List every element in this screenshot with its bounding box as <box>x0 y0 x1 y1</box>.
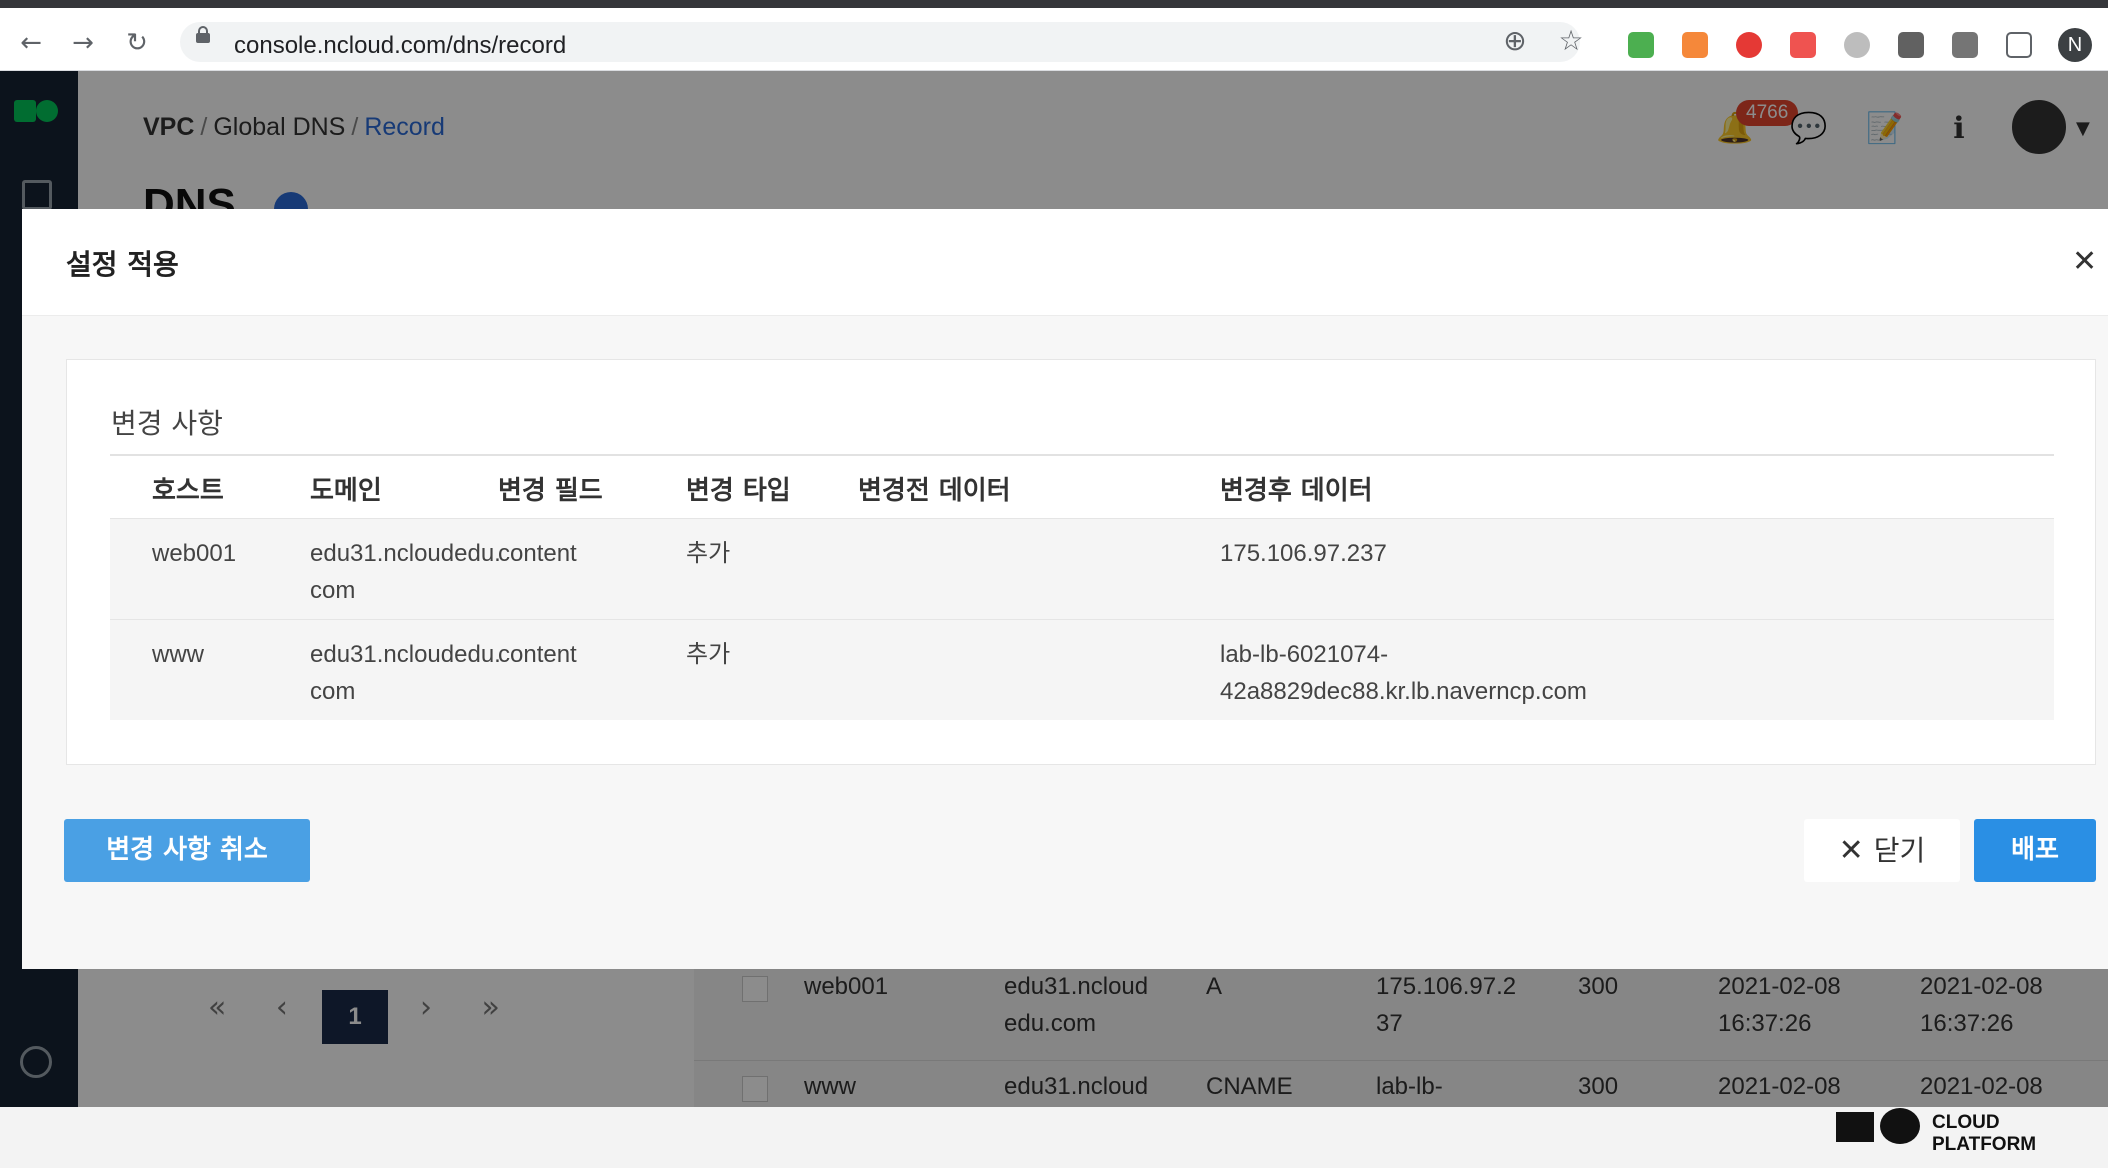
extension-icon[interactable] <box>1628 32 1654 58</box>
cast-icon[interactable] <box>2006 32 2032 58</box>
changes-section-title: 변경 사항 <box>111 407 223 440</box>
modal-header: 설정 적용 ✕ <box>22 209 2108 316</box>
bookmark-star-icon[interactable]: ☆ <box>1556 26 1586 56</box>
reload-icon[interactable]: ↻ <box>122 28 152 58</box>
extension-icon[interactable] <box>1844 32 1870 58</box>
deploy-button[interactable]: 배포 <box>1974 819 2096 882</box>
changes-card: 변경 사항 호스트 도메인 변경 필드 변경 타입 변경전 데이터 변경후 데이… <box>66 359 2096 765</box>
footer-brand-text: CLOUD PLATFORM <box>1932 1112 2037 1155</box>
row-after-data: 175.106.97.237 <box>1220 540 1387 567</box>
lock-icon <box>196 26 210 43</box>
close-icon[interactable]: ✕ <box>2072 247 2097 277</box>
row-change-type: 추가 <box>686 640 731 668</box>
close-button[interactable]: ✕ 닫기 <box>1804 819 1960 882</box>
bottom-bar <box>0 1107 2108 1168</box>
column-header-after-data: 변경후 데이터 <box>1220 476 1373 506</box>
extension-icon[interactable] <box>1790 32 1816 58</box>
row-field: content <box>498 540 577 567</box>
column-header-field: 변경 필드 <box>498 476 603 506</box>
puzzle-icon[interactable] <box>1952 32 1978 58</box>
apply-settings-modal: 설정 적용 ✕ 변경 사항 호스트 도메인 변경 필드 변경 타입 변경전 데이… <box>22 209 2108 969</box>
close-button-label: 닫기 <box>1873 834 1926 867</box>
zoom-icon[interactable]: ⊕ <box>1500 26 1530 56</box>
changes-table: 호스트 도메인 변경 필드 변경 타입 변경전 데이터 변경후 데이터 web0… <box>110 454 2054 720</box>
column-header-domain: 도메인 <box>310 476 382 506</box>
row-after-data: 42a8829dec88.kr.lb.naverncp.com <box>1220 678 1587 705</box>
extension-icon[interactable] <box>1682 32 1708 58</box>
row-domain: edu31.ncloudedu. <box>310 641 501 668</box>
table-header: 호스트 도메인 변경 필드 변경 타입 변경전 데이터 변경후 데이터 <box>110 454 2054 518</box>
modal-title: 설정 적용 <box>66 248 179 281</box>
back-icon[interactable]: ← <box>16 28 46 58</box>
table-row: www edu31.ncloudedu. com content 추가 lab-… <box>110 619 2054 720</box>
url-text[interactable]: console.ncloud.com/dns/record <box>234 32 566 60</box>
column-header-before-data: 변경전 데이터 <box>858 476 1011 506</box>
browser-toolbar: ← → ↻ console.ncloud.com/dns/record ⊕ ☆ … <box>0 8 2108 71</box>
row-change-type: 추가 <box>686 539 731 567</box>
table-row: web001 edu31.ncloudedu. com content 추가 1… <box>110 518 2054 619</box>
row-domain: com <box>310 678 356 705</box>
extension-icon[interactable] <box>1898 32 1924 58</box>
cancel-changes-button[interactable]: 변경 사항 취소 <box>64 819 310 882</box>
row-host: web001 <box>152 540 237 567</box>
profile-avatar[interactable]: N <box>2058 28 2092 62</box>
window-top-stripe <box>0 0 2108 8</box>
extension-icon[interactable] <box>1736 32 1762 58</box>
column-header-host: 호스트 <box>152 476 224 506</box>
row-domain: com <box>310 577 356 604</box>
row-field: content <box>498 641 577 668</box>
column-header-change-type: 변경 타입 <box>686 476 791 506</box>
row-after-data: lab-lb-6021074- <box>1220 641 1389 668</box>
close-icon: ✕ <box>1838 833 1864 868</box>
row-domain: edu31.ncloudedu. <box>310 540 501 567</box>
forward-icon[interactable]: → <box>68 28 98 58</box>
row-host: www <box>152 641 204 668</box>
